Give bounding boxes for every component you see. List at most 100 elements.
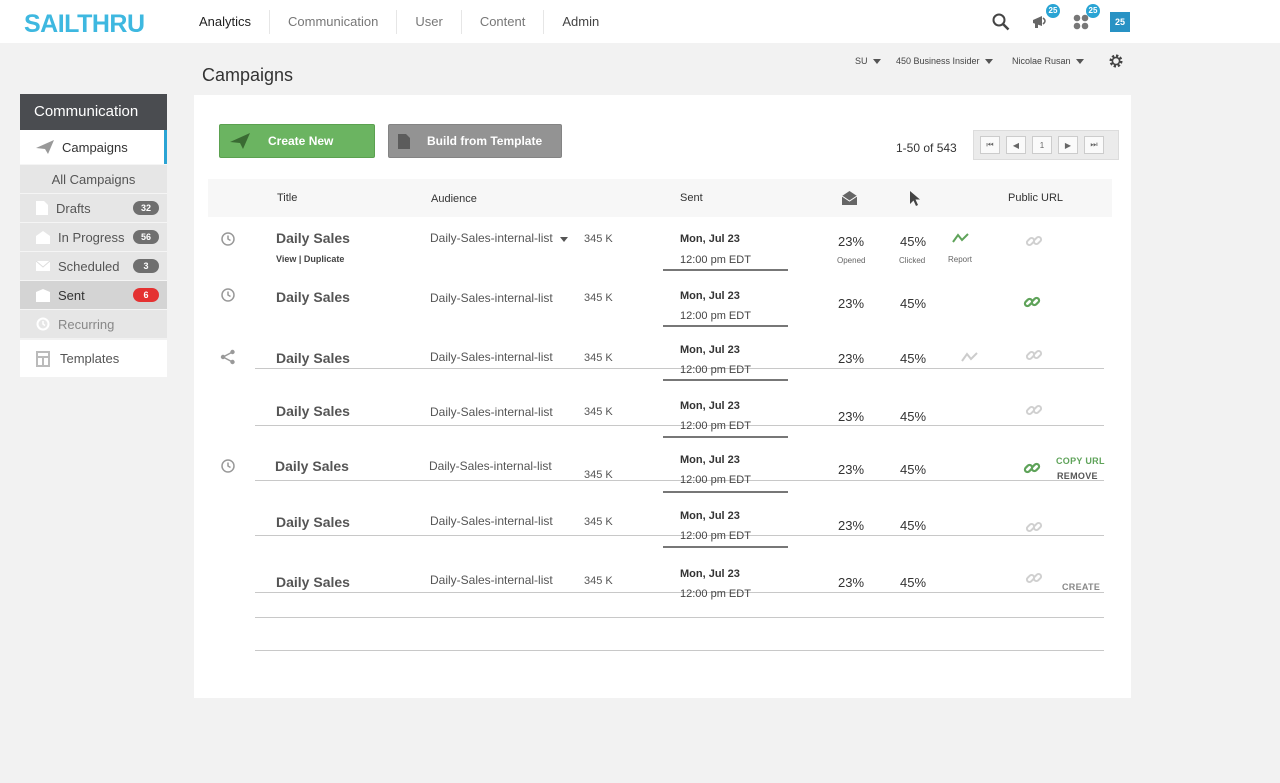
build-from-template-button[interactable]: Build from Template [388, 124, 562, 158]
opened-label: Opened [837, 256, 866, 265]
sidebar: Communication Campaigns All Campaigns Dr… [20, 94, 167, 377]
link-icon[interactable] [1023, 459, 1041, 477]
top-bar: SAILTHRU Analytics Communication User Co… [0, 0, 1280, 43]
last-page-button[interactable]: ⏭ [1084, 136, 1104, 154]
sidebar-item-sent[interactable]: Sent 6 [20, 280, 167, 309]
link-icon[interactable] [1025, 401, 1043, 419]
col-title[interactable]: Title [277, 192, 297, 204]
search-icon[interactable] [990, 11, 1012, 33]
audience-list[interactable]: Daily-Sales-internal-list [430, 291, 553, 305]
report-icon[interactable] [961, 350, 979, 368]
user-dropdown[interactable]: Nicolae Rusan [1012, 56, 1084, 66]
campaign-title[interactable]: Daily Sales [275, 458, 349, 474]
create-new-button[interactable]: Create New [219, 124, 375, 158]
sidebar-item-label: Templates [60, 351, 120, 366]
next-page-button[interactable]: ▶ [1058, 136, 1078, 154]
report-icon[interactable] [952, 231, 970, 249]
report-label[interactable]: Report [948, 255, 972, 264]
drafts-count-badge: 32 [133, 201, 159, 215]
sent-time: 12:00 pm EDT [680, 420, 751, 432]
campaign-title[interactable]: Daily Sales [276, 514, 350, 530]
current-page[interactable]: 1 [1032, 136, 1052, 154]
audience-list[interactable]: Daily-Sales-internal-list [430, 514, 553, 528]
view-link[interactable]: View [276, 254, 296, 264]
link-icon[interactable] [1023, 293, 1041, 311]
audience-size: 345 K [584, 469, 613, 481]
duplicate-link[interactable]: Duplicate [304, 254, 345, 264]
chevron-down-icon [984, 58, 993, 64]
open-rate: 23% [838, 296, 865, 311]
remove-url-button[interactable]: REMOVE [1057, 471, 1098, 481]
nav-analytics[interactable]: Analytics [199, 10, 269, 34]
pagination-range: 1-50 of 543 [896, 141, 957, 155]
divider [663, 269, 788, 271]
sailthru-logo[interactable]: SAILTHRU [24, 10, 145, 39]
user-label: Nicolae Rusan [1012, 56, 1071, 66]
create-url-button[interactable]: CREATE [1062, 582, 1100, 592]
sidebar-item-recurring[interactable]: Recurring [20, 309, 167, 338]
sidebar-item-all-campaigns[interactable]: All Campaigns [20, 164, 167, 193]
sidebar-item-drafts[interactable]: Drafts 32 [20, 193, 167, 222]
business-dropdown[interactable]: 450 Business Insider [896, 56, 993, 66]
link-icon[interactable] [1025, 346, 1043, 364]
campaign-title[interactable]: Daily Sales [276, 230, 350, 246]
row-divider [255, 650, 1104, 651]
sent-date: Mon, Jul 23 [680, 510, 740, 522]
nav-content[interactable]: Content [460, 9, 544, 34]
pagination-controls: ⏮ ◀ 1 ▶ ⏭ [973, 130, 1119, 160]
col-sent[interactable]: Sent [680, 192, 703, 204]
site-dropdown[interactable]: SU [855, 56, 881, 66]
sidebar-item-scheduled[interactable]: Scheduled 3 [20, 251, 167, 280]
template-icon [36, 350, 50, 367]
col-public-url[interactable]: Public URL [1008, 192, 1063, 204]
first-page-button[interactable]: ⏮ [980, 136, 1000, 154]
campaigns-submenu: All Campaigns Drafts 32 In Progress 56 S… [20, 164, 167, 338]
envelope-icon[interactable] [841, 191, 858, 208]
sent-date: Mon, Jul 23 [680, 233, 740, 245]
audience-size: 345 K [584, 406, 613, 418]
link-icon[interactable] [1025, 232, 1043, 250]
page-title: Campaigns [202, 65, 294, 85]
announcements-button[interactable]: 25 [1030, 4, 1060, 33]
sidebar-header: Communication [20, 94, 167, 130]
history-icon[interactable] [220, 287, 236, 303]
audience-size: 345 K [584, 292, 613, 304]
sidebar-item-campaigns[interactable]: Campaigns [20, 130, 167, 164]
link-icon[interactable] [1025, 518, 1043, 536]
sidebar-item-label: Sent [58, 287, 85, 303]
campaign-title[interactable]: Daily Sales [276, 289, 350, 305]
audience-list[interactable]: Daily-Sales-internal-list [430, 573, 553, 587]
build-from-template-label: Build from Template [427, 134, 543, 148]
share-icon[interactable] [220, 349, 236, 365]
link-icon[interactable] [1025, 569, 1043, 587]
click-rate: 45% [900, 234, 927, 249]
nav-user[interactable]: User [396, 9, 460, 34]
copy-url-button[interactable]: COPY URL [1056, 456, 1105, 466]
click-rate: 45% [900, 518, 927, 533]
user-square-button[interactable]: 25 [1110, 12, 1130, 32]
audience-list[interactable]: Daily-Sales-internal-list [430, 350, 553, 364]
sidebar-item-in-progress[interactable]: In Progress 56 [20, 222, 167, 251]
open-rate: 23% [838, 575, 865, 590]
apps-button[interactable]: 25 [1070, 4, 1100, 33]
prev-page-button[interactable]: ◀ [1006, 136, 1026, 154]
create-new-label: Create New [268, 134, 334, 148]
open-rate: 23% [838, 518, 865, 533]
gear-icon[interactable] [1108, 53, 1124, 69]
click-rate: 45% [900, 575, 927, 590]
nav-communication[interactable]: Communication [269, 9, 396, 34]
col-audience[interactable]: Audience [431, 193, 477, 205]
history-icon[interactable] [220, 458, 236, 474]
campaign-title[interactable]: Daily Sales [276, 403, 350, 419]
history-icon[interactable] [220, 231, 236, 247]
audience-list[interactable]: Daily-Sales-internal-list [429, 459, 552, 473]
cursor-icon[interactable] [910, 191, 921, 209]
campaign-title[interactable]: Daily Sales [276, 350, 350, 366]
audience-list[interactable]: Daily-Sales-internal-list [430, 405, 553, 419]
divider [663, 325, 788, 327]
apps-badge: 25 [1086, 4, 1100, 18]
nav-admin[interactable]: Admin [543, 9, 617, 34]
sidebar-item-templates[interactable]: Templates [20, 340, 167, 377]
audience-list[interactable]: Daily-Sales-internal-list [430, 231, 569, 245]
campaign-title[interactable]: Daily Sales [276, 574, 350, 590]
